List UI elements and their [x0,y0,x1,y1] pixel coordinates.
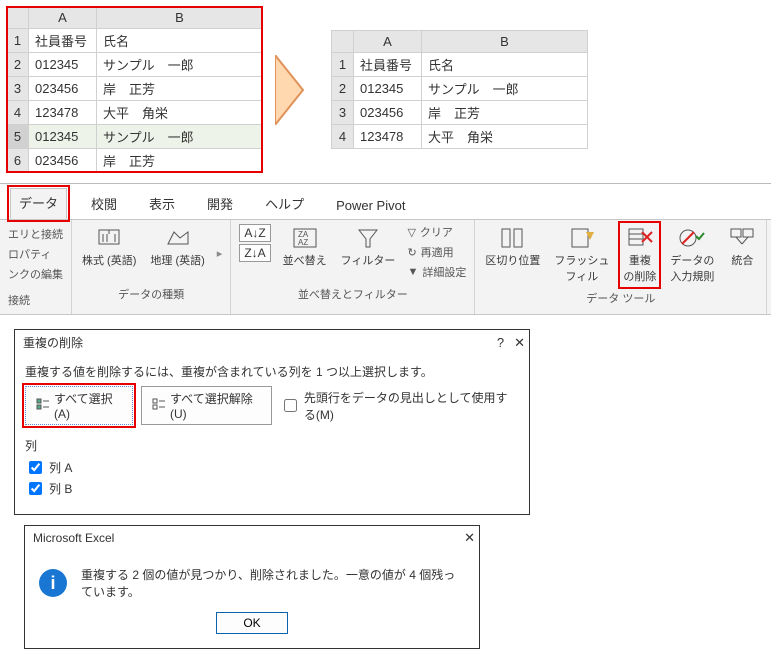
columns-label: 列 [25,437,519,454]
filter-icon [354,226,382,250]
column-checkbox-a[interactable]: 列 A [25,458,519,477]
sort-asc-button[interactable]: A↓Z [239,224,270,242]
msgbox-text: 重複する 2 個の値が見つかり、削除されました。一意の値が 4 個残っています。 [81,566,465,600]
reapply-button[interactable]: ↻再適用 [407,244,466,260]
text-to-columns-button[interactable]: 区切り位置 [483,224,542,270]
tab-view[interactable]: 表示 [141,190,183,219]
table-row[interactable]: 4123478大平 角栄 [7,101,263,125]
geography-button[interactable]: 地理 (英語) [148,224,206,270]
queries-link[interactable]: エリと接続 [8,224,63,244]
table-row[interactable]: 5012345サンプル 一郎 [7,125,263,149]
remove-duplicates-button[interactable]: 重複 の削除 [621,224,658,286]
group-sortfilter: 並べ替えとフィルター [298,286,408,302]
group-datatypes: データの種類 [118,286,184,302]
message-box: Microsoft Excel ✕ i 重複する 2 個の値が見つかり、削除され… [24,525,480,649]
table-row[interactable]: 2012345サンプル 一郎 [7,53,263,77]
table-row[interactable]: 1社員番号氏名 [332,53,588,77]
remove-duplicates-icon [626,226,654,250]
unselect-all-icon [152,398,166,413]
consolidate-icon [728,226,756,250]
table-row[interactable]: 3023456岸 正芳 [7,77,263,101]
tab-help[interactable]: ヘルプ [257,190,312,219]
tab-powerpivot[interactable]: Power Pivot [328,194,413,219]
table-row[interactable]: 1社員番号氏名 [7,29,263,53]
help-button[interactable]: ? [497,335,504,351]
corner [7,7,29,29]
data-validation-button[interactable]: データの 入力規則 [668,224,716,286]
more-types[interactable]: ▸ [217,247,223,260]
stocks-button[interactable]: 株式 (英語) [80,224,138,270]
corner [332,31,354,53]
ok-button[interactable]: OK [216,612,287,634]
tab-developer[interactable]: 開発 [199,190,241,219]
sort-button[interactable]: ZAAZ 並べ替え [281,224,329,270]
sort-desc-button[interactable]: Z↓A [239,244,270,262]
consolidate-button[interactable]: 統合 [726,224,758,270]
col-header-B[interactable]: B [97,7,263,29]
close-button[interactable]: ✕ [464,530,475,546]
col-header-A[interactable]: A [354,31,422,53]
advanced-icon: ▼ [407,266,418,278]
group-datatools: データ ツール [586,290,655,306]
after-grid: A B 1社員番号氏名 2012345サンプル 一郎 3023456岸 正芳 4… [331,30,588,149]
group-connections: 接続 [8,290,63,310]
flash-fill-button[interactable]: フラッシュ フィル [552,224,611,286]
table-row[interactable]: 6023456岸 正芳 [7,149,263,173]
stocks-icon [95,226,123,250]
tab-data[interactable]: データ [10,188,67,219]
dialog-title: 重複の削除 [23,334,83,351]
filter-button[interactable]: フィルター [339,224,398,270]
before-grid: A B 1社員番号氏名 2012345サンプル 一郎 3023456岸 正芳 4… [6,6,263,173]
editlinks-link[interactable]: ンクの編集 [8,264,63,284]
geography-icon [164,226,192,250]
select-all-icon [36,398,50,413]
clear-filter-button[interactable]: ▽クリア [407,224,466,240]
svg-text:AZ: AZ [298,238,308,247]
arrow-right-icon [275,55,319,125]
select-all-button[interactable]: すべて選択(A) [25,386,133,425]
tab-review[interactable]: 校閲 [83,190,125,219]
column-checkbox-b[interactable]: 列 B [25,479,519,498]
flash-fill-icon [568,226,596,250]
advanced-filter-button[interactable]: ▼詳細設定 [407,264,466,280]
data-validation-icon [678,226,706,250]
table-row[interactable]: 4123478大平 角栄 [332,125,588,149]
table-row[interactable]: 3023456岸 正芳 [332,101,588,125]
msgbox-title: Microsoft Excel [33,531,114,545]
remove-duplicates-dialog: 重複の削除 ? ✕ 重複する値を削除するには、重複が含まれている列を 1 つ以上… [14,329,530,515]
use-header-checkbox[interactable]: 先頭行をデータの見出しとして使用する(M) [280,389,519,423]
reapply-icon: ↻ [407,246,416,259]
sort-icon: ZAAZ [291,226,319,250]
dialog-description: 重複する値を削除するには、重複が含まれている列を 1 つ以上選択します。 [25,363,519,380]
clear-icon: ▽ [407,226,415,239]
col-header-A[interactable]: A [29,7,97,29]
properties-link[interactable]: ロパティ [8,244,63,264]
col-header-B[interactable]: B [422,31,588,53]
table-row[interactable]: 2012345サンプル 一郎 [332,77,588,101]
close-button[interactable]: ✕ [514,335,525,351]
unselect-all-button[interactable]: すべて選択解除(U) [141,386,272,425]
info-icon: i [39,569,67,597]
text-to-columns-icon [499,226,527,250]
